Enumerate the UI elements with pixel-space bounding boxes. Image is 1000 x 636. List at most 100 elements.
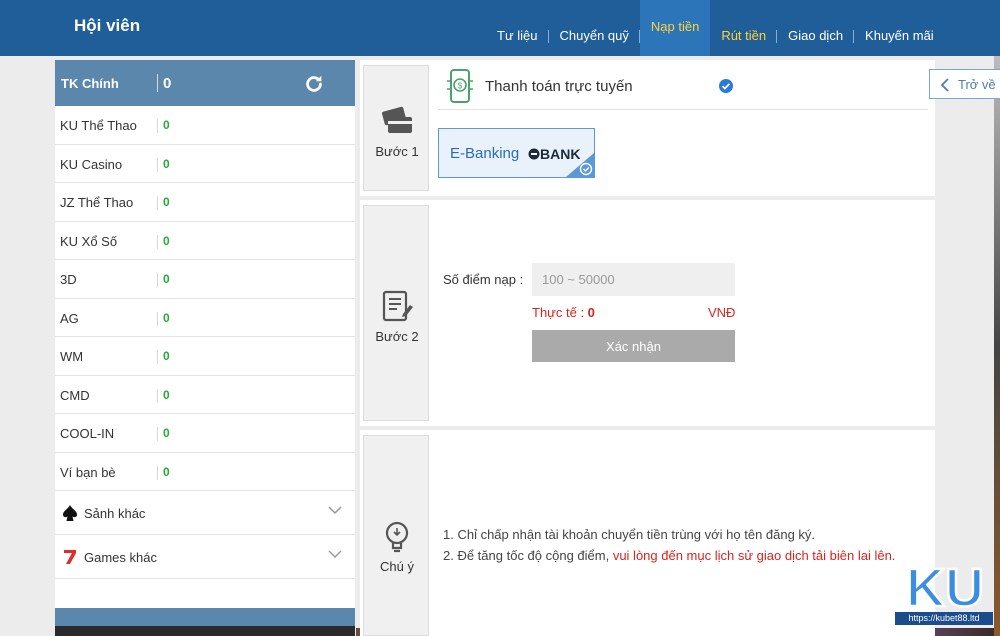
- step1-panel: Bước 1 $ Thanh toán trực tuyến Trở về E-…: [360, 60, 1000, 196]
- account-label: 3D: [60, 272, 77, 287]
- main-account-row: TK Chính 0: [55, 60, 355, 106]
- account-row: 3D 0: [55, 260, 355, 299]
- card-icon: [382, 106, 412, 133]
- page-title: Hội viên: [74, 16, 141, 35]
- note-item: 1. Chỉ chấp nhận tài khoản chuyển tiền t…: [443, 527, 816, 542]
- account-label: CMD: [60, 387, 90, 403]
- notes-panel: Chú ý 1. Chỉ chấp nhận tài khoản chuyển …: [360, 430, 935, 636]
- account-label: AG: [60, 310, 79, 326]
- divider: [157, 157, 158, 172]
- main-nav: Tư liệu Chuyển quỹ Nạp tiền Rút tiền Gia…: [486, 0, 945, 56]
- account-value: 0: [163, 195, 170, 209]
- chevron-down-icon[interactable]: [328, 549, 342, 559]
- ebanking-option[interactable]: E-Banking BANK: [438, 128, 595, 178]
- step1-label: Bước 1: [375, 144, 419, 159]
- nav-rut-tien[interactable]: Rút tiền: [710, 0, 778, 56]
- account-row: Ví bạn bè 0: [55, 453, 355, 491]
- account-label: KU Thể Thao: [60, 118, 137, 133]
- account-row: KU Casino 0: [55, 145, 355, 183]
- notes-list: 1. Chỉ chấp nhận tài khoản chuyển tiền t…: [443, 524, 895, 566]
- account-row: AG 0: [55, 299, 355, 337]
- divider: [157, 74, 158, 92]
- ku-watermark-logo: KU https://kubet88.ltd: [895, 557, 995, 626]
- nav-tu-lieu[interactable]: Tư liệu: [486, 0, 549, 56]
- nav-label: Chuyển quỹ: [559, 28, 629, 43]
- note-item: 2. Để tăng tốc độ cộng điểm, vui lòng đế…: [443, 545, 895, 566]
- nav-label: Nạp tiền: [650, 19, 700, 34]
- divider: [157, 311, 158, 326]
- form-edit-icon: [382, 290, 413, 322]
- notes-indicator: Chú ý: [363, 435, 429, 636]
- amount-input[interactable]: [532, 263, 735, 296]
- confirm-button[interactable]: Xác nhận: [532, 330, 735, 362]
- nav-nap-tien[interactable]: Nạp tiền: [639, 0, 711, 56]
- back-button[interactable]: Trở về: [929, 69, 1000, 99]
- account-label: KU Xổ Số: [60, 233, 118, 249]
- back-button-label: Trở về: [958, 77, 996, 92]
- main-account-value: 0: [163, 74, 172, 92]
- sidebar-footer: [55, 608, 355, 636]
- account-row: KU Xổ Số 0: [55, 222, 355, 260]
- spade-icon: [63, 505, 77, 521]
- expander-label: Games khác: [84, 550, 157, 565]
- notes-label: Chú ý: [380, 559, 414, 574]
- verified-check-icon: [719, 79, 733, 93]
- nav-khuyen-mai[interactable]: Khuyến mãi: [854, 0, 945, 56]
- divider: [157, 234, 158, 249]
- account-value: 0: [163, 426, 170, 440]
- nav-chuyen-quy[interactable]: Chuyển quỹ: [549, 0, 640, 56]
- nav-label: Khuyến mãi: [865, 28, 934, 43]
- account-value: 0: [163, 310, 170, 325]
- account-row: CMD 0: [55, 376, 355, 414]
- amount-label: Số điểm nạp :: [443, 272, 524, 287]
- payment-header: $ Thanh toán trực tuyến Trở về: [438, 60, 1000, 110]
- top-header: Hội viên Tư liệu Chuyển quỹ Nạp tiền Rút…: [0, 0, 1000, 56]
- step2-indicator: Bước 2: [363, 205, 429, 421]
- divider: [157, 427, 158, 441]
- refresh-icon[interactable]: [303, 73, 325, 95]
- account-label: KU Casino: [60, 156, 123, 172]
- chevron-left-icon: [940, 78, 949, 92]
- main-account-label: TK Chính: [61, 75, 119, 91]
- divider: [157, 119, 158, 133]
- step2-label: Bước 2: [375, 329, 419, 344]
- account-value: 0: [163, 156, 170, 171]
- account-list: KU Thể Thao 0 KU Casino 0 JZ Thể Thao 0 KU …: [55, 106, 355, 491]
- account-row: COOL-IN 0: [55, 414, 355, 453]
- nav-label: Giao dịch: [788, 28, 844, 43]
- svg-text:$: $: [458, 82, 463, 91]
- seven-icon: [64, 550, 76, 564]
- expander-label: Sảnh khác: [84, 506, 146, 521]
- ku-logo-icon: KU: [905, 557, 986, 620]
- divider: [157, 350, 158, 364]
- nav-giao-dich[interactable]: Giao dịch: [777, 0, 855, 56]
- account-value: 0: [163, 349, 170, 363]
- divider: [157, 273, 158, 287]
- watermark-url: https://kubet88.ltd: [895, 612, 993, 625]
- step2-panel: Bước 2 Số điểm nạp : Thực tế : 0 VNĐ Xác…: [360, 200, 935, 426]
- lightbulb-icon: [385, 521, 409, 553]
- account-value: 0: [163, 387, 170, 402]
- actual-label: Thực tế :: [532, 305, 588, 320]
- balance-sidebar: TK Chính 0 KU Thể Thao 0 KU Casino 0 JZ Th…: [55, 60, 355, 636]
- account-value: 0: [163, 233, 170, 248]
- divider: [157, 196, 158, 210]
- ebank-logo-mark-icon: [528, 148, 540, 160]
- account-label: JZ Thể Thao: [60, 195, 134, 210]
- actual-amount: Thực tế : 0: [532, 305, 595, 320]
- account-value: 0: [163, 272, 170, 286]
- ku-logo-text: KU: [906, 560, 984, 612]
- background-strip: [994, 56, 1000, 636]
- chevron-down-icon[interactable]: [328, 505, 342, 515]
- background-image: [55, 626, 355, 636]
- divider: [157, 465, 158, 480]
- payment-title: Thanh toán trực tuyến: [485, 78, 633, 95]
- nav-label: Tư liệu: [497, 28, 538, 43]
- actual-value: 0: [587, 305, 595, 320]
- other-lobby-expander[interactable]: Sảnh khác: [55, 491, 355, 535]
- note-highlight: vui lòng đến mục lịch sử giao dịch tải b…: [612, 548, 896, 563]
- note-text: 2. Để tăng tốc độ cộng điểm,: [443, 548, 613, 563]
- divider: [157, 388, 158, 403]
- account-row: WM 0: [55, 337, 355, 376]
- other-games-expander[interactable]: Games khác: [55, 535, 355, 579]
